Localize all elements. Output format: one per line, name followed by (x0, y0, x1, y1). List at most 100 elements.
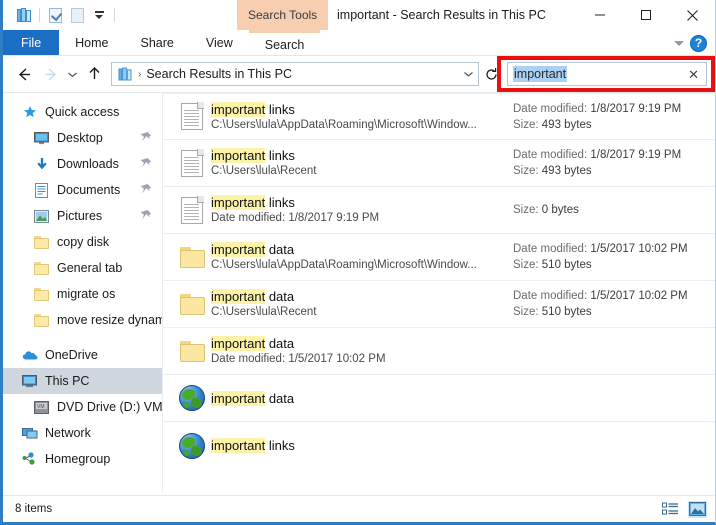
row-main: important data C:\Users\lula\Recent (211, 288, 513, 320)
tab-share[interactable]: Share (125, 30, 190, 56)
search-results-list: important links C:\Users\lula\AppData\Ro… (163, 93, 715, 492)
table-row[interactable]: important links C:\Users\lula\AppData\Ro… (163, 93, 715, 140)
table-row[interactable]: important data C:\Users\lula\Recent Date… (163, 281, 715, 328)
search-highlight: important (211, 438, 266, 453)
qat-separator-2 (114, 8, 115, 22)
details-view-icon[interactable] (661, 501, 680, 518)
pin-icon[interactable] (140, 209, 152, 222)
file-date-subtitle: Date modified: 1/8/2017 9:19 PM (211, 212, 380, 224)
network-icon (21, 425, 38, 441)
file-name-rest: data (265, 242, 295, 257)
sidebar-item-dvd-drive[interactable]: VM DVD Drive (D:) VMwa (3, 394, 162, 420)
table-row[interactable]: important links C:\Users\lula\Recent Dat… (163, 140, 715, 187)
table-row[interactable]: important data C:\Users\lula\AppData\Roa… (163, 234, 715, 281)
up-arrow-icon[interactable] (81, 61, 107, 87)
refresh-icon[interactable] (479, 62, 503, 86)
sidebar-item-migrate-os[interactable]: migrate os (3, 281, 162, 307)
file-path: C:\Users\lula\AppData\Roaming\Microsoft\… (211, 259, 477, 271)
sidebar-item-label: migrate os (57, 287, 116, 301)
dvd-drive-icon: VM (33, 399, 50, 415)
table-row[interactable]: important links (163, 422, 715, 469)
sidebar-item-label: Homegroup (45, 452, 111, 466)
folder-icon (33, 260, 50, 276)
search-highlight: important (211, 336, 266, 351)
document-icon (173, 195, 211, 224)
row-main: important data Date modified: 1/5/2017 1… (211, 335, 513, 367)
search-input-value[interactable]: important (513, 66, 568, 82)
downloads-icon (33, 156, 50, 172)
sidebar-item-pictures[interactable]: Pictures (3, 203, 162, 229)
breadcrumb-path[interactable]: Search Results in This PC (146, 67, 458, 81)
tab-view[interactable]: View (190, 30, 249, 56)
forward-arrow-icon[interactable] (37, 61, 63, 87)
chevron-down-icon[interactable] (674, 40, 684, 46)
close-icon[interactable]: ✕ (688, 68, 699, 81)
maximize-button[interactable] (623, 0, 669, 30)
customize-dropdown-icon[interactable] (88, 4, 110, 26)
contextual-tab-label: Search Tools (248, 8, 318, 22)
address-dropdown-icon[interactable] (458, 70, 478, 78)
file-size: Size: 493 bytes (513, 118, 592, 131)
tab-share-label: Share (140, 36, 174, 50)
qat-separator (39, 8, 40, 22)
row-metadata: Date modified: 1/5/2017 10:02 PM Size: 5… (513, 241, 715, 273)
address-field[interactable]: › Search Results in This PC (111, 62, 479, 86)
file-name: important links (211, 101, 507, 118)
close-button[interactable] (669, 0, 715, 30)
row-main: important data C:\Users\lula\AppData\Roa… (211, 241, 513, 273)
search-highlight: important (211, 148, 266, 163)
folder-icon (173, 340, 211, 362)
minimize-button[interactable] (577, 0, 623, 30)
main-content: Quick access Desktop Downloads Documents… (3, 92, 715, 492)
file-name-rest: data (265, 390, 295, 406)
sidebar-item-documents[interactable]: Documents (3, 177, 162, 203)
pin-icon[interactable] (140, 183, 152, 196)
file-path: C:\Users\lula\AppData\Roaming\Microsoft\… (211, 118, 477, 131)
ribbon-right-controls: ? (674, 30, 715, 56)
window-title-text: important - Search Results in This PC (337, 8, 546, 22)
search-input[interactable]: important ✕ (507, 62, 707, 86)
sidebar-item-network[interactable]: Network (3, 420, 162, 446)
sidebar-item-label: Desktop (57, 131, 103, 145)
sidebar-item-desktop[interactable]: Desktop (3, 125, 162, 151)
large-icons-view-icon[interactable] (688, 500, 707, 518)
search-highlight: important (211, 101, 266, 117)
sidebar-item-this-pc[interactable]: This PC (3, 368, 162, 394)
tab-file[interactable]: File (3, 30, 60, 56)
table-row[interactable]: important data Date modified: 1/5/2017 1… (163, 328, 715, 375)
sidebar-item-label: Network (45, 426, 91, 440)
help-icon[interactable]: ? (690, 34, 707, 52)
sidebar-item-quick-access[interactable]: Quick access (3, 99, 162, 125)
file-explorer-window: Search Tools important - Search Results … (0, 0, 716, 525)
pin-icon[interactable] (140, 157, 152, 170)
globe-icon (173, 432, 211, 459)
row-metadata: Date modified: 1/8/2017 9:19 PM Size: 49… (513, 147, 715, 179)
table-row[interactable]: important data (163, 375, 715, 422)
sidebar-item-label: Documents (57, 183, 121, 197)
row-main: important links Date modified: 1/8/2017 … (211, 194, 513, 226)
sidebar-item-copy-disk[interactable]: copy disk (3, 229, 162, 255)
sidebar-item-move-resize-dynam[interactable]: move resize dynam (3, 307, 162, 333)
tab-home[interactable]: Home (59, 30, 124, 56)
tab-search[interactable]: Search (248, 30, 321, 56)
recent-locations-icon[interactable] (63, 61, 81, 87)
file-size: Size: 510 bytes (513, 259, 592, 271)
documents-icon (33, 182, 50, 198)
properties-icon[interactable] (44, 4, 66, 26)
sidebar-item-onedrive[interactable]: OneDrive (3, 342, 162, 368)
file-name-rest: links (265, 438, 295, 453)
back-arrow-icon[interactable] (11, 61, 37, 87)
pin-icon[interactable] (140, 131, 152, 144)
view-mode-buttons (661, 500, 707, 518)
row-metadata: Size: 0 bytes (513, 202, 715, 218)
table-row[interactable]: important links Date modified: 1/8/2017 … (163, 187, 715, 234)
sidebar-item-label: Quick access (45, 105, 120, 119)
sidebar-item-general-tab[interactable]: General tab (3, 255, 162, 281)
file-name: important data (211, 335, 507, 352)
new-folder-icon[interactable] (66, 4, 88, 26)
row-main: important data (211, 390, 513, 407)
contextual-tab-search-tools[interactable]: Search Tools (237, 0, 329, 30)
sidebar-item-downloads[interactable]: Downloads (3, 151, 162, 177)
sidebar-item-homegroup[interactable]: Homegroup (3, 446, 162, 472)
explorer-icon[interactable] (13, 4, 35, 26)
